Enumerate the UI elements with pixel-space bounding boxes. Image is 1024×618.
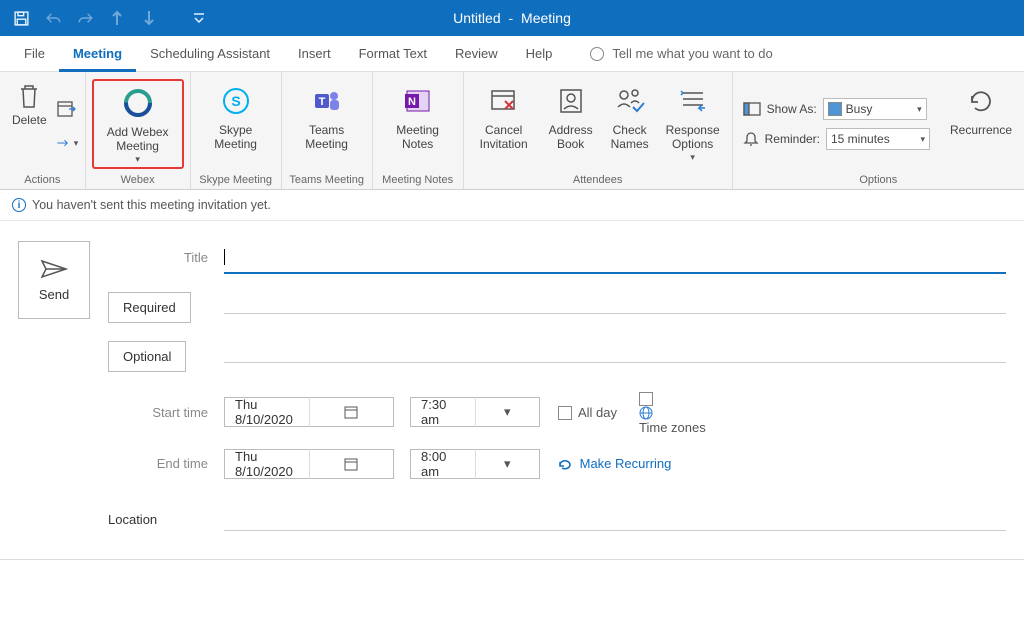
window-title: Untitled - Meeting <box>451 10 573 26</box>
quick-access-toolbar <box>8 9 208 27</box>
recurrence-button[interactable]: Recurrence <box>944 79 1018 169</box>
globe-icon <box>639 406 653 420</box>
recurring-icon <box>558 456 576 471</box>
group-actions: Delete ▾ Actions <box>0 72 86 189</box>
add-webex-meeting-button[interactable]: Add Webex Meeting ▾ <box>92 79 184 169</box>
reminder-label: Reminder: <box>765 132 820 146</box>
required-button[interactable]: Required <box>108 292 191 323</box>
title-input[interactable] <box>224 241 1006 274</box>
chevron-down-icon: ▾ <box>916 134 925 145</box>
chevron-down-icon: ▾ <box>475 397 540 427</box>
location-input[interactable] <box>224 509 1006 531</box>
skype-meeting-button[interactable]: S Skype Meeting <box>197 79 275 169</box>
tab-review[interactable]: Review <box>441 38 512 69</box>
optional-button[interactable]: Optional <box>108 341 186 372</box>
skype-icon: S <box>218 83 254 119</box>
reminder-combo[interactable]: 15 minutes ▾ <box>826 128 930 150</box>
undo-icon[interactable] <box>44 9 62 27</box>
cancel-invitation-icon <box>486 83 522 119</box>
location-button[interactable]: Location <box>108 512 208 527</box>
cancel-invitation-button[interactable]: Cancel Invitation <box>470 79 538 169</box>
start-date-picker[interactable]: Thu 8/10/2020 <box>224 397 394 427</box>
title-label: Title <box>184 250 208 265</box>
address-book-button[interactable]: Address Book <box>542 79 600 169</box>
show-as-label: Show As: <box>767 102 817 116</box>
calendar-icon <box>309 449 394 479</box>
info-bar: i You haven't sent this meeting invitati… <box>0 190 1024 221</box>
ribbon: Delete ▾ Actions Add Webex Meeting ▾ <box>0 72 1024 190</box>
calendar-forward-icon[interactable] <box>56 98 78 120</box>
optional-input[interactable] <box>224 350 1006 363</box>
all-day-checkbox[interactable]: All day <box>558 405 617 421</box>
group-webex: Add Webex Meeting ▾ Webex <box>86 72 191 189</box>
show-as-combo[interactable]: Busy ▾ <box>823 98 927 120</box>
onenote-icon: N <box>400 83 436 119</box>
webex-icon <box>120 85 156 121</box>
busy-swatch-icon <box>828 102 842 116</box>
group-teams: T Teams Meeting Teams Meeting <box>282 72 373 189</box>
time-zones-checkbox[interactable]: Time zones <box>639 390 706 435</box>
tab-scheduling-assistant[interactable]: Scheduling Assistant <box>136 38 284 69</box>
tab-file[interactable]: File <box>10 38 59 69</box>
info-text: You haven't sent this meeting invitation… <box>32 198 271 212</box>
qat-customize-icon[interactable] <box>190 9 208 27</box>
address-book-icon <box>553 83 589 119</box>
teams-icon: T <box>309 83 345 119</box>
teams-meeting-button[interactable]: T Teams Meeting <box>288 79 366 169</box>
save-icon[interactable] <box>12 9 30 27</box>
tab-meeting[interactable]: Meeting <box>59 38 136 72</box>
arrow-down-icon[interactable] <box>140 9 158 27</box>
end-date-picker[interactable]: Thu 8/10/2020 <box>224 449 394 479</box>
chevron-down-icon: ▾ <box>913 104 922 115</box>
body-divider <box>0 559 1024 560</box>
end-time-label: End time <box>108 456 208 471</box>
ribbon-tabs: File Meeting Scheduling Assistant Insert… <box>0 36 1024 72</box>
show-as-icon <box>743 102 761 116</box>
arrow-up-icon[interactable] <box>108 9 126 27</box>
meeting-notes-button[interactable]: N Meeting Notes <box>379 79 457 169</box>
info-icon: i <box>12 198 26 212</box>
title-bar: Untitled - Meeting <box>0 0 1024 36</box>
calendar-icon <box>309 397 394 427</box>
group-options: Show As: Busy ▾ Reminder: 15 minutes ▾ <box>733 72 1024 189</box>
response-options-icon <box>675 83 711 119</box>
trash-icon <box>17 83 41 109</box>
compose-area: Send Title Required Optional Start time … <box>0 221 1024 551</box>
tab-insert[interactable]: Insert <box>284 38 345 69</box>
tab-format-text[interactable]: Format Text <box>345 38 441 69</box>
lightbulb-icon <box>590 47 604 61</box>
delete-button[interactable]: Delete <box>6 79 52 169</box>
svg-text:S: S <box>231 93 240 109</box>
check-names-button[interactable]: Check Names <box>604 79 656 169</box>
forward-arrow-icon[interactable]: ▾ <box>56 132 78 154</box>
svg-text:N: N <box>408 96 416 108</box>
group-meeting-notes: N Meeting Notes Meeting Notes <box>373 72 464 189</box>
response-options-button[interactable]: Response Options ▾ <box>660 79 726 169</box>
end-time-picker[interactable]: 8:00 am ▾ <box>410 449 540 479</box>
send-icon <box>40 259 68 279</box>
start-time-picker[interactable]: 7:30 am ▾ <box>410 397 540 427</box>
reminder-bell-icon <box>743 131 759 147</box>
chevron-down-icon: ▾ <box>475 449 540 479</box>
group-skype: S Skype Meeting Skype Meeting <box>191 72 282 189</box>
required-input[interactable] <box>224 301 1006 314</box>
start-time-label: Start time <box>108 405 208 420</box>
make-recurring-link[interactable]: Make Recurring <box>558 456 671 471</box>
recurrence-icon <box>963 83 999 119</box>
redo-icon[interactable] <box>76 9 94 27</box>
group-attendees: Cancel Invitation Address Book Check Nam… <box>464 72 733 189</box>
tell-me-search[interactable]: Tell me what you want to do <box>590 46 772 61</box>
svg-text:T: T <box>318 96 325 108</box>
tab-help[interactable]: Help <box>512 38 567 69</box>
send-button[interactable]: Send <box>18 241 90 319</box>
check-names-icon <box>612 83 648 119</box>
